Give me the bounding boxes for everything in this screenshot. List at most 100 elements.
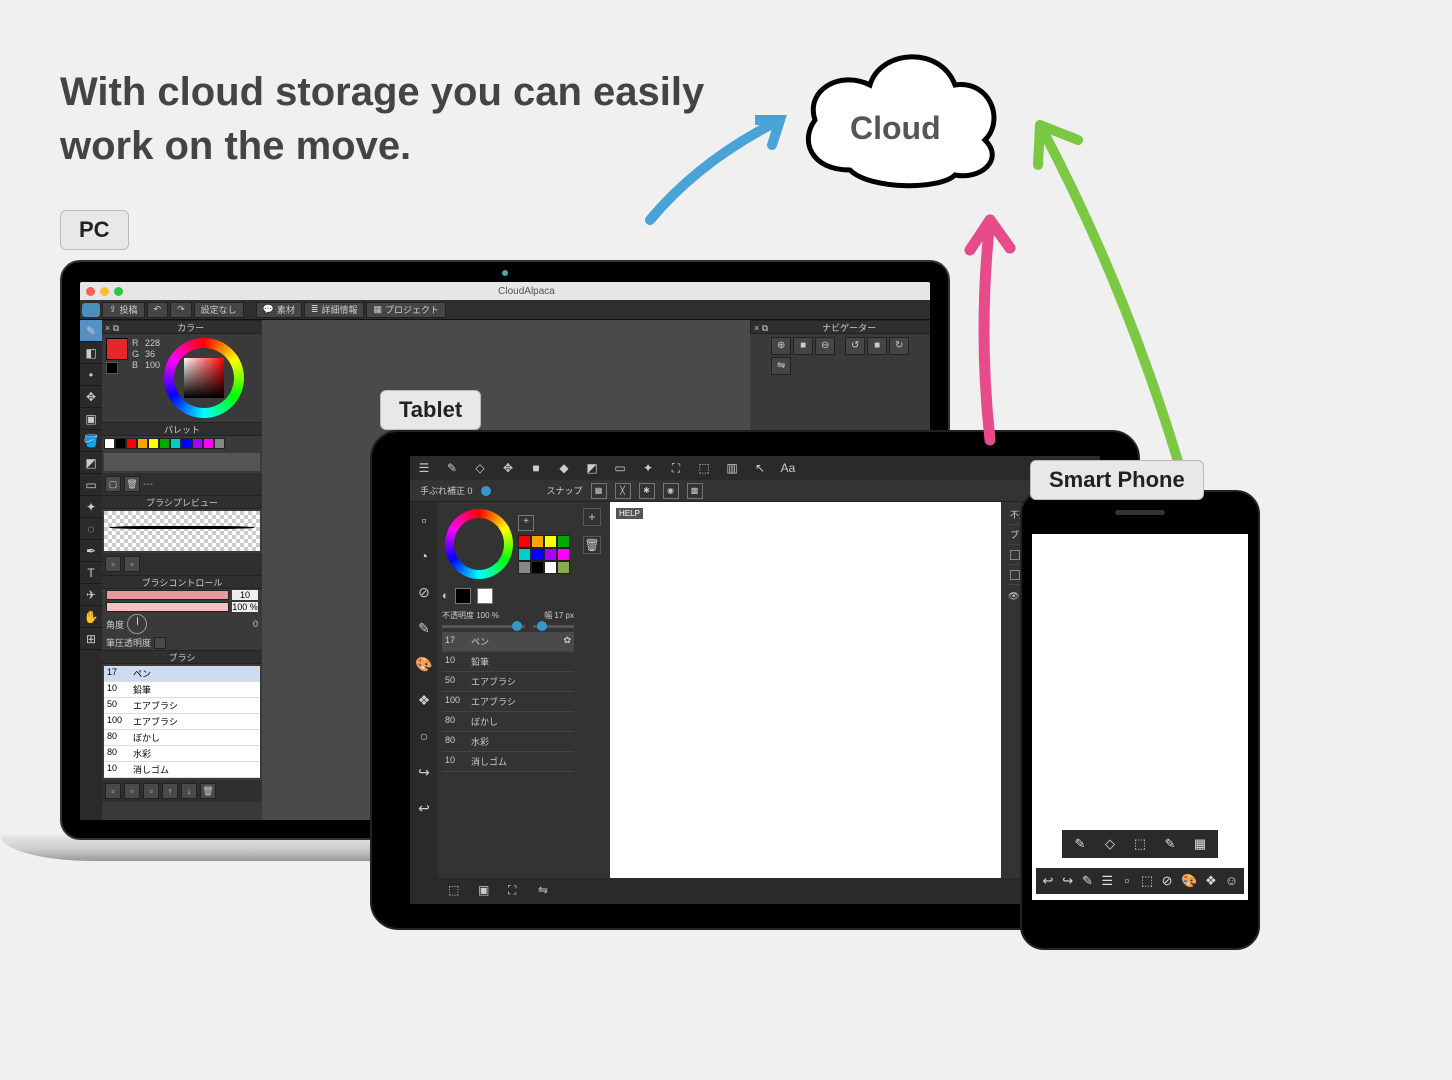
brush-down-icon[interactable]: ↓ bbox=[181, 783, 197, 799]
t-crop-icon[interactable]: ⛶ bbox=[668, 460, 684, 476]
nav-flip[interactable]: ⇋ bbox=[771, 357, 791, 375]
foreground-swatch[interactable] bbox=[106, 338, 128, 360]
ph-sel2-icon[interactable]: ⬚ bbox=[1141, 873, 1153, 889]
t-menu-icon[interactable]: ☰ bbox=[416, 460, 432, 476]
color-wheel[interactable] bbox=[164, 338, 244, 418]
tool-eyedrop[interactable]: ✈ bbox=[80, 584, 102, 606]
help-badge[interactable]: HELP bbox=[616, 508, 643, 519]
brush-folder-icon[interactable]: ▫ bbox=[143, 783, 159, 799]
eye-icon[interactable]: 👁 bbox=[1008, 591, 1020, 603]
redo-button[interactable]: ↷ bbox=[170, 302, 192, 318]
t-snap-2[interactable]: ╳ bbox=[615, 483, 631, 499]
t-draft-check[interactable] bbox=[1010, 570, 1020, 580]
nav-zoom-out[interactable]: ⊖ bbox=[815, 337, 835, 355]
brush-new-icon[interactable]: ▫ bbox=[105, 783, 121, 799]
t-pen-icon[interactable]: ✎ bbox=[444, 460, 460, 476]
tb-fullscreen[interactable]: ⛶ bbox=[508, 883, 524, 899]
brush-dup-icon[interactable]: ▫ bbox=[124, 783, 140, 799]
ph-smile-icon[interactable]: ☺ bbox=[1225, 873, 1238, 889]
t-divide-icon[interactable]: ▥ bbox=[724, 460, 740, 476]
minimize-icon[interactable] bbox=[100, 287, 109, 296]
ph-grid-icon[interactable]: ▦ bbox=[1192, 836, 1208, 852]
t-protect-check[interactable] bbox=[1010, 550, 1020, 560]
ph-none-icon[interactable]: ⊘ bbox=[1161, 873, 1173, 889]
palette-doc-icon[interactable]: ▢ bbox=[105, 476, 121, 492]
nav-fit[interactable]: ■ bbox=[793, 337, 813, 355]
ph-pen-icon[interactable]: ✎ bbox=[1072, 836, 1088, 852]
t-fg-swatch[interactable] bbox=[455, 588, 471, 604]
t-color-wheel[interactable] bbox=[445, 509, 513, 579]
t-add-color[interactable]: + bbox=[518, 515, 534, 531]
setting-none-button[interactable]: 設定なし bbox=[194, 302, 244, 318]
background-swatch[interactable] bbox=[106, 362, 118, 374]
ts-redo[interactable]: ↪ bbox=[415, 764, 433, 782]
pressure-toggle[interactable] bbox=[154, 637, 166, 649]
undo-button[interactable]: ↶ bbox=[147, 302, 169, 318]
t-fgbg-icon[interactable]: ◐ bbox=[442, 590, 449, 602]
project-button[interactable]: ▦ プロジェクト bbox=[366, 302, 446, 318]
tool-bucket[interactable]: 🪣 bbox=[80, 430, 102, 452]
ts-ring[interactable]: ○ bbox=[415, 728, 433, 746]
tool-fill[interactable]: ▣ bbox=[80, 408, 102, 430]
brushprev-ico-2[interactable]: ▫ bbox=[124, 556, 140, 572]
opacity-value[interactable]: 100 % bbox=[232, 602, 258, 612]
ph-doc-icon[interactable]: ▫ bbox=[1121, 873, 1133, 889]
tool-pen[interactable]: ✒ bbox=[80, 540, 102, 562]
size-slider[interactable] bbox=[106, 590, 229, 600]
nav-rotate-l[interactable]: ↺ bbox=[845, 337, 865, 355]
ts-undo[interactable]: ↩ bbox=[415, 800, 433, 818]
nav-rotate-r[interactable]: ↻ bbox=[889, 337, 909, 355]
tool-select[interactable]: ▭ bbox=[80, 474, 102, 496]
nav-zoom-in[interactable]: ⊕ bbox=[771, 337, 791, 355]
tool-dot[interactable]: • bbox=[80, 364, 102, 386]
tool-text[interactable]: T bbox=[80, 562, 102, 584]
angle-knob[interactable] bbox=[127, 614, 147, 634]
t-move-icon[interactable]: ✥ bbox=[500, 460, 516, 476]
tool-divider[interactable]: ⊞ bbox=[80, 628, 102, 650]
t-palette[interactable] bbox=[518, 535, 574, 574]
tb-flip[interactable]: ⇋ bbox=[538, 883, 554, 899]
t-brush-list[interactable]: 17ペン✿ 10鉛筆 50エアブラシ 100エアブラシ 80ぼかし 80水彩 1… bbox=[442, 632, 574, 772]
brushprev-ico-1[interactable]: ▫ bbox=[105, 556, 121, 572]
tool-lasso[interactable]: ◌ bbox=[80, 518, 102, 540]
tb-select-none[interactable]: ⬚ bbox=[448, 883, 464, 899]
ph-brush-icon[interactable]: ✎ bbox=[1082, 873, 1094, 889]
t-eraser-icon[interactable]: ◇ bbox=[472, 460, 488, 476]
brush-up-icon[interactable]: ↑ bbox=[162, 783, 178, 799]
ph-layers-icon[interactable]: ❖ bbox=[1205, 873, 1217, 889]
t-snap-1[interactable]: ▦ bbox=[591, 483, 607, 499]
tool-gradient[interactable]: ◩ bbox=[80, 452, 102, 474]
t-fill-icon[interactable]: ■ bbox=[528, 460, 544, 476]
ph-eraser-icon[interactable]: ◇ bbox=[1102, 836, 1118, 852]
t-bg-swatch[interactable] bbox=[477, 588, 493, 604]
t-snap-3[interactable]: ✱ bbox=[639, 483, 655, 499]
tool-eraser[interactable]: ◧ bbox=[80, 342, 102, 364]
t-correction-dot[interactable] bbox=[481, 486, 491, 496]
phone-canvas[interactable]: ✎ ◇ ⬚ ✎ ▦ ↩ ↪ ✎ ☰ ▫ ⬚ ⊘ 🎨 ❖ ☺ bbox=[1032, 534, 1248, 900]
t-pointer-icon[interactable]: ↖ bbox=[752, 460, 768, 476]
tb-select-inv[interactable]: ▣ bbox=[478, 883, 494, 899]
opacity-slider[interactable] bbox=[106, 602, 229, 612]
close-icon[interactable] bbox=[86, 287, 95, 296]
t-transform-icon[interactable]: ⬚ bbox=[696, 460, 712, 476]
ph-select-icon[interactable]: ⬚ bbox=[1132, 836, 1148, 852]
tool-move[interactable]: ✥ bbox=[80, 386, 102, 408]
t-snap-4[interactable]: ◉ bbox=[663, 483, 679, 499]
t-text-icon[interactable]: Aa bbox=[780, 460, 796, 476]
t-select-icon[interactable]: ▭ bbox=[612, 460, 628, 476]
tool-wand[interactable]: ✦ bbox=[80, 496, 102, 518]
t-snap-5[interactable]: ▩ bbox=[687, 483, 703, 499]
ts-palette[interactable]: 🎨 bbox=[415, 656, 433, 674]
post-button[interactable]: ⇪ 投稿 bbox=[102, 302, 145, 318]
ts-color[interactable]: ◔ bbox=[415, 548, 433, 566]
tool-hand[interactable]: ✋ bbox=[80, 606, 102, 628]
t-brush-delete[interactable]: 🗑 bbox=[583, 536, 601, 554]
ph-palette-icon[interactable]: 🎨 bbox=[1181, 873, 1197, 889]
t-brush-add[interactable]: + bbox=[583, 508, 601, 526]
ts-none[interactable]: ⊘ bbox=[415, 584, 433, 602]
ts-brush[interactable]: ✎ bbox=[415, 620, 433, 638]
tablet-canvas[interactable]: HELP bbox=[610, 502, 1001, 904]
detail-button[interactable]: ≣ 詳細情報 bbox=[304, 302, 365, 318]
ph-menu-icon[interactable]: ☰ bbox=[1101, 873, 1113, 889]
zoom-icon[interactable] bbox=[114, 287, 123, 296]
